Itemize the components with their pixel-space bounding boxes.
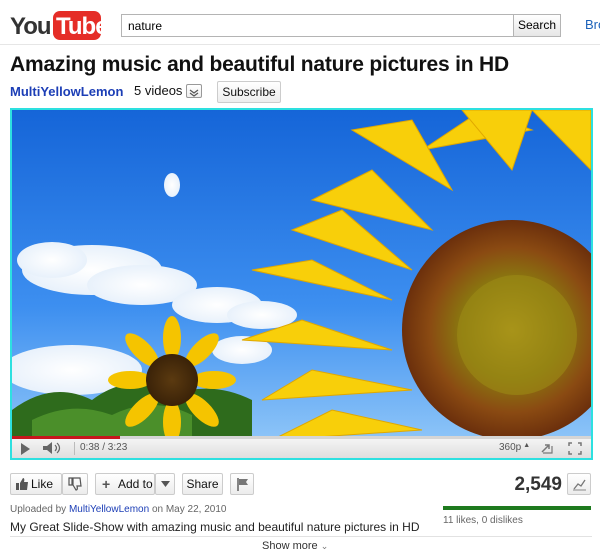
- like-button[interactable]: Like: [10, 473, 62, 495]
- subscribe-button[interactable]: Subscribe: [217, 81, 281, 103]
- video-title: Amazing music and beautiful nature pictu…: [10, 53, 509, 76]
- view-count: 2,549: [514, 474, 562, 495]
- svg-text:You: You: [10, 13, 51, 40]
- flag-icon: [237, 478, 248, 491]
- show-more-label: Show more: [262, 540, 318, 552]
- video-frame-sunflower[interactable]: [12, 110, 591, 438]
- player-controls: 0:38 / 3:23 360p ▲: [12, 436, 591, 458]
- progress-played: [12, 436, 121, 439]
- share-button[interactable]: Share: [182, 473, 223, 495]
- progress-bar[interactable]: [12, 436, 591, 439]
- search-input[interactable]: [121, 14, 514, 37]
- video-player[interactable]: 0:38 / 3:23 360p ▲: [10, 108, 593, 460]
- upload-info: Uploaded by MultiYellowLemon on May 22, …: [10, 504, 226, 515]
- quality-label: 360p: [499, 442, 522, 453]
- likes-ratio-bar: [443, 506, 591, 510]
- channel-videos-dropdown[interactable]: 5 videos: [134, 81, 203, 101]
- playback-time: 0:38 / 3:23: [80, 442, 128, 453]
- uploader-link[interactable]: MultiYellowLemon: [69, 504, 149, 515]
- thumbs-down-icon: [68, 477, 82, 491]
- chevron-down-icon: ⌄: [320, 541, 329, 551]
- fullscreen-icon[interactable]: [568, 442, 582, 455]
- like-label: Like: [31, 477, 54, 491]
- channel-link[interactable]: MultiYellowLemon: [10, 84, 123, 99]
- dislike-button[interactable]: [62, 473, 88, 495]
- videos-count-label: 5 videos: [134, 83, 183, 98]
- video-description: My Great Slide-Show with amazing music a…: [10, 520, 420, 534]
- quality-selector[interactable]: 360p ▲: [499, 442, 530, 453]
- stats-button[interactable]: [567, 473, 591, 495]
- header-divider: [0, 44, 600, 45]
- controls-divider: [74, 442, 75, 455]
- thumbs-up-icon: [16, 478, 28, 490]
- uploaded-prefix: Uploaded by: [10, 504, 67, 515]
- add-to-button[interactable]: + Add to: [95, 473, 155, 495]
- flag-button[interactable]: [230, 473, 254, 495]
- browse-link[interactable]: Bro: [585, 17, 600, 32]
- add-to-dropdown-button[interactable]: [155, 473, 175, 495]
- add-to-label: Add to: [118, 477, 153, 491]
- plus-icon: +: [102, 476, 111, 492]
- youtube-logo[interactable]: You Tube: [10, 7, 102, 43]
- play-icon[interactable]: [18, 442, 32, 456]
- popout-icon[interactable]: [540, 442, 554, 455]
- svg-text:Tube: Tube: [56, 13, 102, 40]
- chart-icon: [573, 479, 586, 491]
- caret-up-icon: ▲: [523, 442, 531, 449]
- chevron-down-icon: [186, 83, 203, 98]
- likes-summary: 11 likes, 0 dislikes: [443, 515, 523, 526]
- caret-down-icon: [161, 481, 170, 487]
- search-button[interactable]: Search: [513, 14, 561, 37]
- upload-date: on May 22, 2010: [151, 504, 227, 515]
- show-more-divider: [10, 536, 592, 537]
- show-more-button[interactable]: Show more ⌄: [262, 540, 328, 552]
- volume-icon[interactable]: [42, 441, 64, 455]
